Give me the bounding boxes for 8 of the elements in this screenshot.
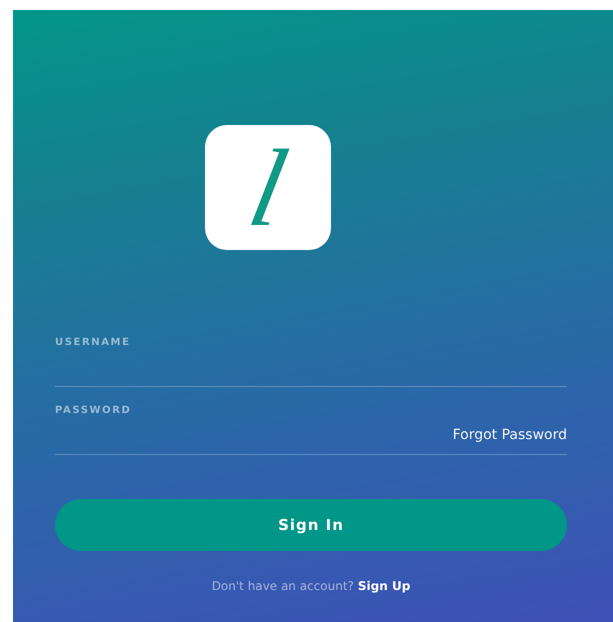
forgot-password-link[interactable]: Forgot Password xyxy=(452,427,567,443)
account-prompt: Don't have an account? xyxy=(212,579,354,593)
sign-in-button[interactable]: Sign In xyxy=(55,499,567,551)
logo-letter: l xyxy=(241,132,295,242)
field-label: PASSWORD xyxy=(55,405,132,416)
field-label: USERNAME xyxy=(55,337,132,348)
sign-up-link[interactable]: Sign Up xyxy=(358,579,410,593)
input-field[interactable]: Forgot Password xyxy=(55,416,567,455)
